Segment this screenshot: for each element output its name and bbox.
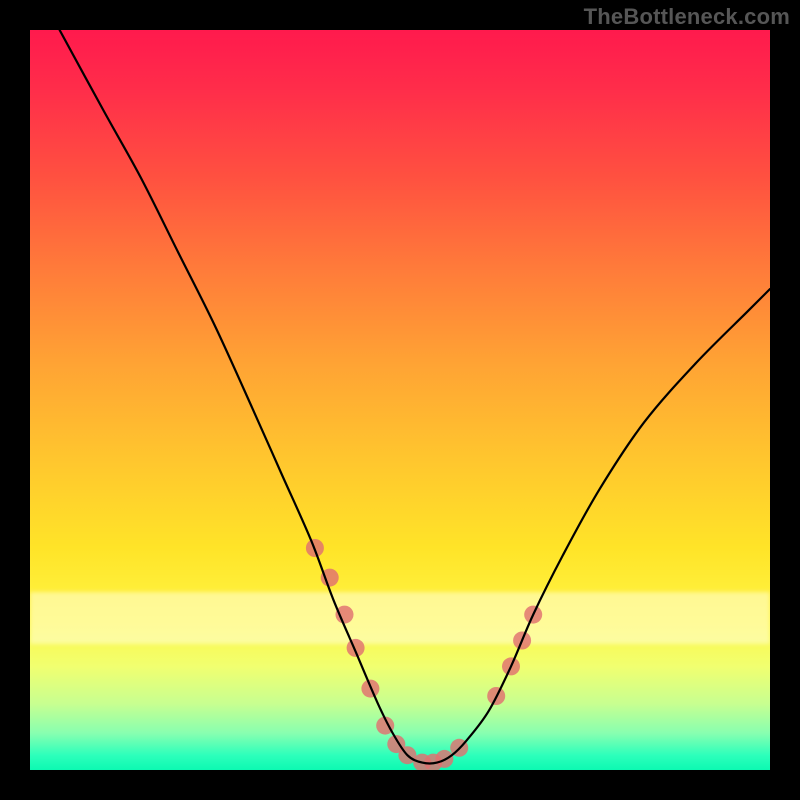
chart-frame: TheBottleneck.com — [0, 0, 800, 800]
chart-svg — [30, 30, 770, 770]
plot-area — [30, 30, 770, 770]
bottleneck-curve — [60, 30, 770, 764]
watermark-text: TheBottleneck.com — [584, 4, 790, 30]
marker-dot — [336, 606, 354, 624]
marker-dots-group — [306, 539, 542, 770]
